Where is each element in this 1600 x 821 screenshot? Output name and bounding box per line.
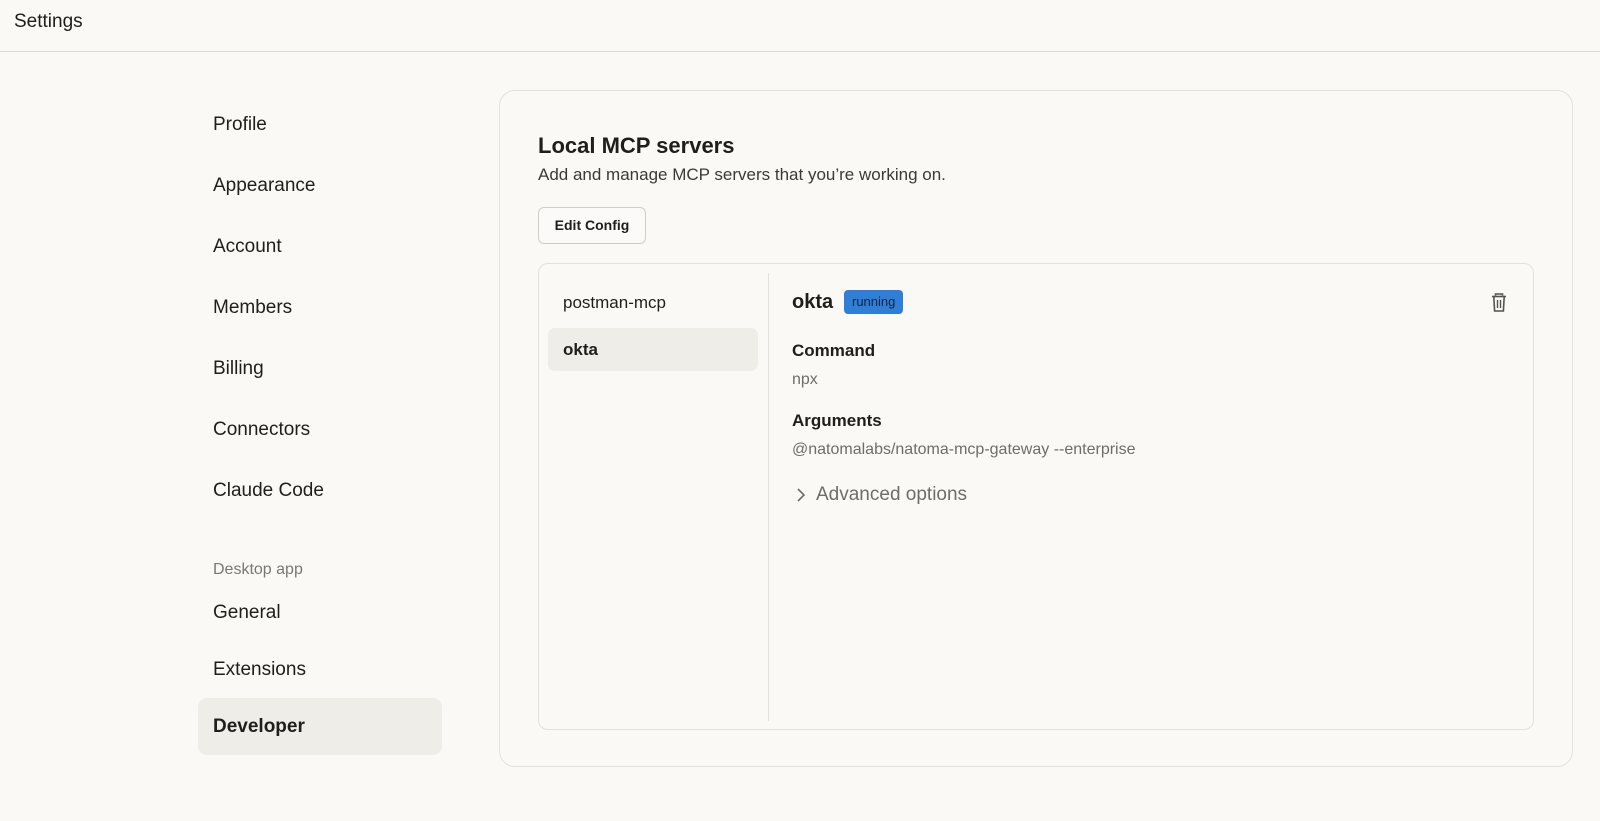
divider	[768, 273, 769, 721]
sidebar-item-members[interactable]: Members	[198, 279, 442, 336]
sidebar-item-appearance[interactable]: Appearance	[198, 157, 442, 214]
command-label: Command	[792, 341, 876, 360]
sidebar-item-account[interactable]: Account	[198, 218, 442, 275]
sidebar-item-billing[interactable]: Billing	[198, 340, 442, 397]
sidebar-item-extensions[interactable]: Extensions	[198, 641, 442, 698]
advanced-options-label: Advanced options	[816, 484, 968, 505]
status-badge: running	[844, 290, 904, 314]
servers-container: postman-mcp okta okta running Command np…	[538, 263, 1534, 730]
edit-config-button[interactable]: Edit Config	[538, 207, 646, 244]
server-name: okta	[792, 291, 834, 313]
server-item-postman-mcp[interactable]: postman-mcp	[548, 281, 758, 324]
sidebar-item-connectors[interactable]: Connectors	[198, 401, 442, 458]
panel-title: Local MCP servers	[538, 133, 735, 158]
trash-icon[interactable]	[1489, 292, 1509, 314]
arguments-value: @natomalabs/natoma-mcp-gateway --enterpr…	[792, 441, 1136, 458]
command-value: npx	[792, 371, 818, 388]
sidebar-item-profile[interactable]: Profile	[198, 96, 442, 153]
server-item-okta[interactable]: okta	[548, 328, 758, 371]
sidebar-item-developer[interactable]: Developer	[198, 698, 442, 755]
sidebar-item-general[interactable]: General	[198, 584, 442, 641]
panel-subtitle: Add and manage MCP servers that you’re w…	[538, 165, 946, 184]
chevron-right-icon	[794, 487, 808, 503]
title-bar: Settings	[0, 0, 1600, 52]
sidebar-item-claude-code[interactable]: Claude Code	[198, 462, 442, 519]
server-detail: okta running Command npx Arguments @nato…	[792, 264, 1512, 724]
arguments-label: Arguments	[792, 411, 882, 430]
sidebar-section-heading: Desktop app	[213, 561, 303, 578]
local-mcp-servers-panel: Local MCP servers Add and manage MCP ser…	[499, 90, 1573, 767]
window-title: Settings	[14, 11, 83, 32]
